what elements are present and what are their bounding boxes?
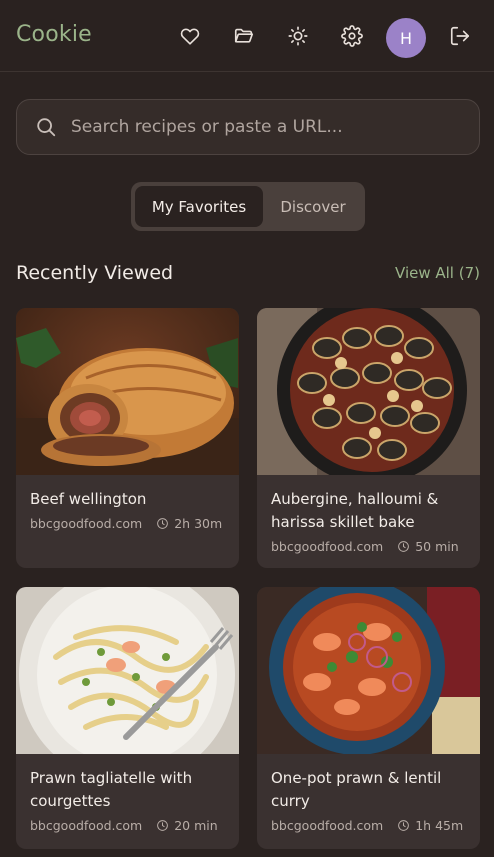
folder-icon[interactable] <box>232 24 256 48</box>
logout-icon[interactable] <box>448 24 472 48</box>
recipe-time: 1h 45m <box>415 818 464 833</box>
app-logo[interactable]: Cookie <box>16 22 92 47</box>
clock-icon <box>397 819 410 832</box>
tab-my-favorites[interactable]: My Favorites <box>135 186 263 227</box>
view-toggle: My Favorites Discover <box>131 182 365 231</box>
sun-icon[interactable] <box>286 24 310 48</box>
recipe-meta: bbcgoodfood.com 1h 45m <box>271 818 463 833</box>
recipe-meta: bbcgoodfood.com 50 min <box>271 539 459 554</box>
tab-discover[interactable]: Discover <box>265 186 361 227</box>
clock-icon <box>156 819 169 832</box>
app-header: Cookie H <box>0 0 494 72</box>
recipe-time: 50 min <box>415 539 459 554</box>
recipe-card[interactable]: Aubergine, halloumi & harissa skillet ba… <box>257 308 480 568</box>
recipe-card[interactable]: One-pot prawn & lentil curry bbcgoodfood… <box>257 587 480 849</box>
recipe-image-aubergine-skillet <box>257 308 480 475</box>
recipe-source: bbcgoodfood.com <box>271 818 384 833</box>
recipe-card[interactable]: Prawn tagliatelle with courgettes bbcgoo… <box>16 587 239 849</box>
clock-icon <box>397 540 410 553</box>
recipe-time: 20 min <box>174 818 218 833</box>
recipe-meta: bbcgoodfood.com 20 min <box>30 818 218 833</box>
clock-icon <box>156 517 169 530</box>
recipe-title: Aubergine, halloumi & harissa skillet ba… <box>271 490 439 531</box>
recipe-title: Beef wellington <box>30 490 147 508</box>
favorites-heart-icon[interactable] <box>178 24 202 48</box>
search-bar[interactable] <box>16 99 480 155</box>
recipe-image-prawn-tagliatelle <box>16 587 239 754</box>
recipe-title: Prawn tagliatelle with courgettes <box>30 769 193 810</box>
recipe-image-prawn-lentil-curry <box>257 587 480 754</box>
recipe-source: bbcgoodfood.com <box>271 539 384 554</box>
recipe-source: bbcgoodfood.com <box>30 818 143 833</box>
recipe-card[interactable]: Beef wellington bbcgoodfood.com 2h 30m <box>16 308 239 568</box>
recipe-title: One-pot prawn & lentil curry <box>271 769 442 810</box>
section-title: Recently Viewed <box>16 262 174 284</box>
search-input[interactable] <box>71 100 471 154</box>
recipe-meta: bbcgoodfood.com 2h 30m <box>30 516 222 531</box>
search-icon <box>35 116 57 138</box>
recipe-time: 2h 30m <box>174 516 223 531</box>
view-all-link[interactable]: View All (7) <box>395 264 480 282</box>
recipe-image-beef-wellington <box>16 308 239 475</box>
gear-icon[interactable] <box>340 24 364 48</box>
user-avatar[interactable]: H <box>386 18 426 58</box>
recipe-source: bbcgoodfood.com <box>30 516 143 531</box>
